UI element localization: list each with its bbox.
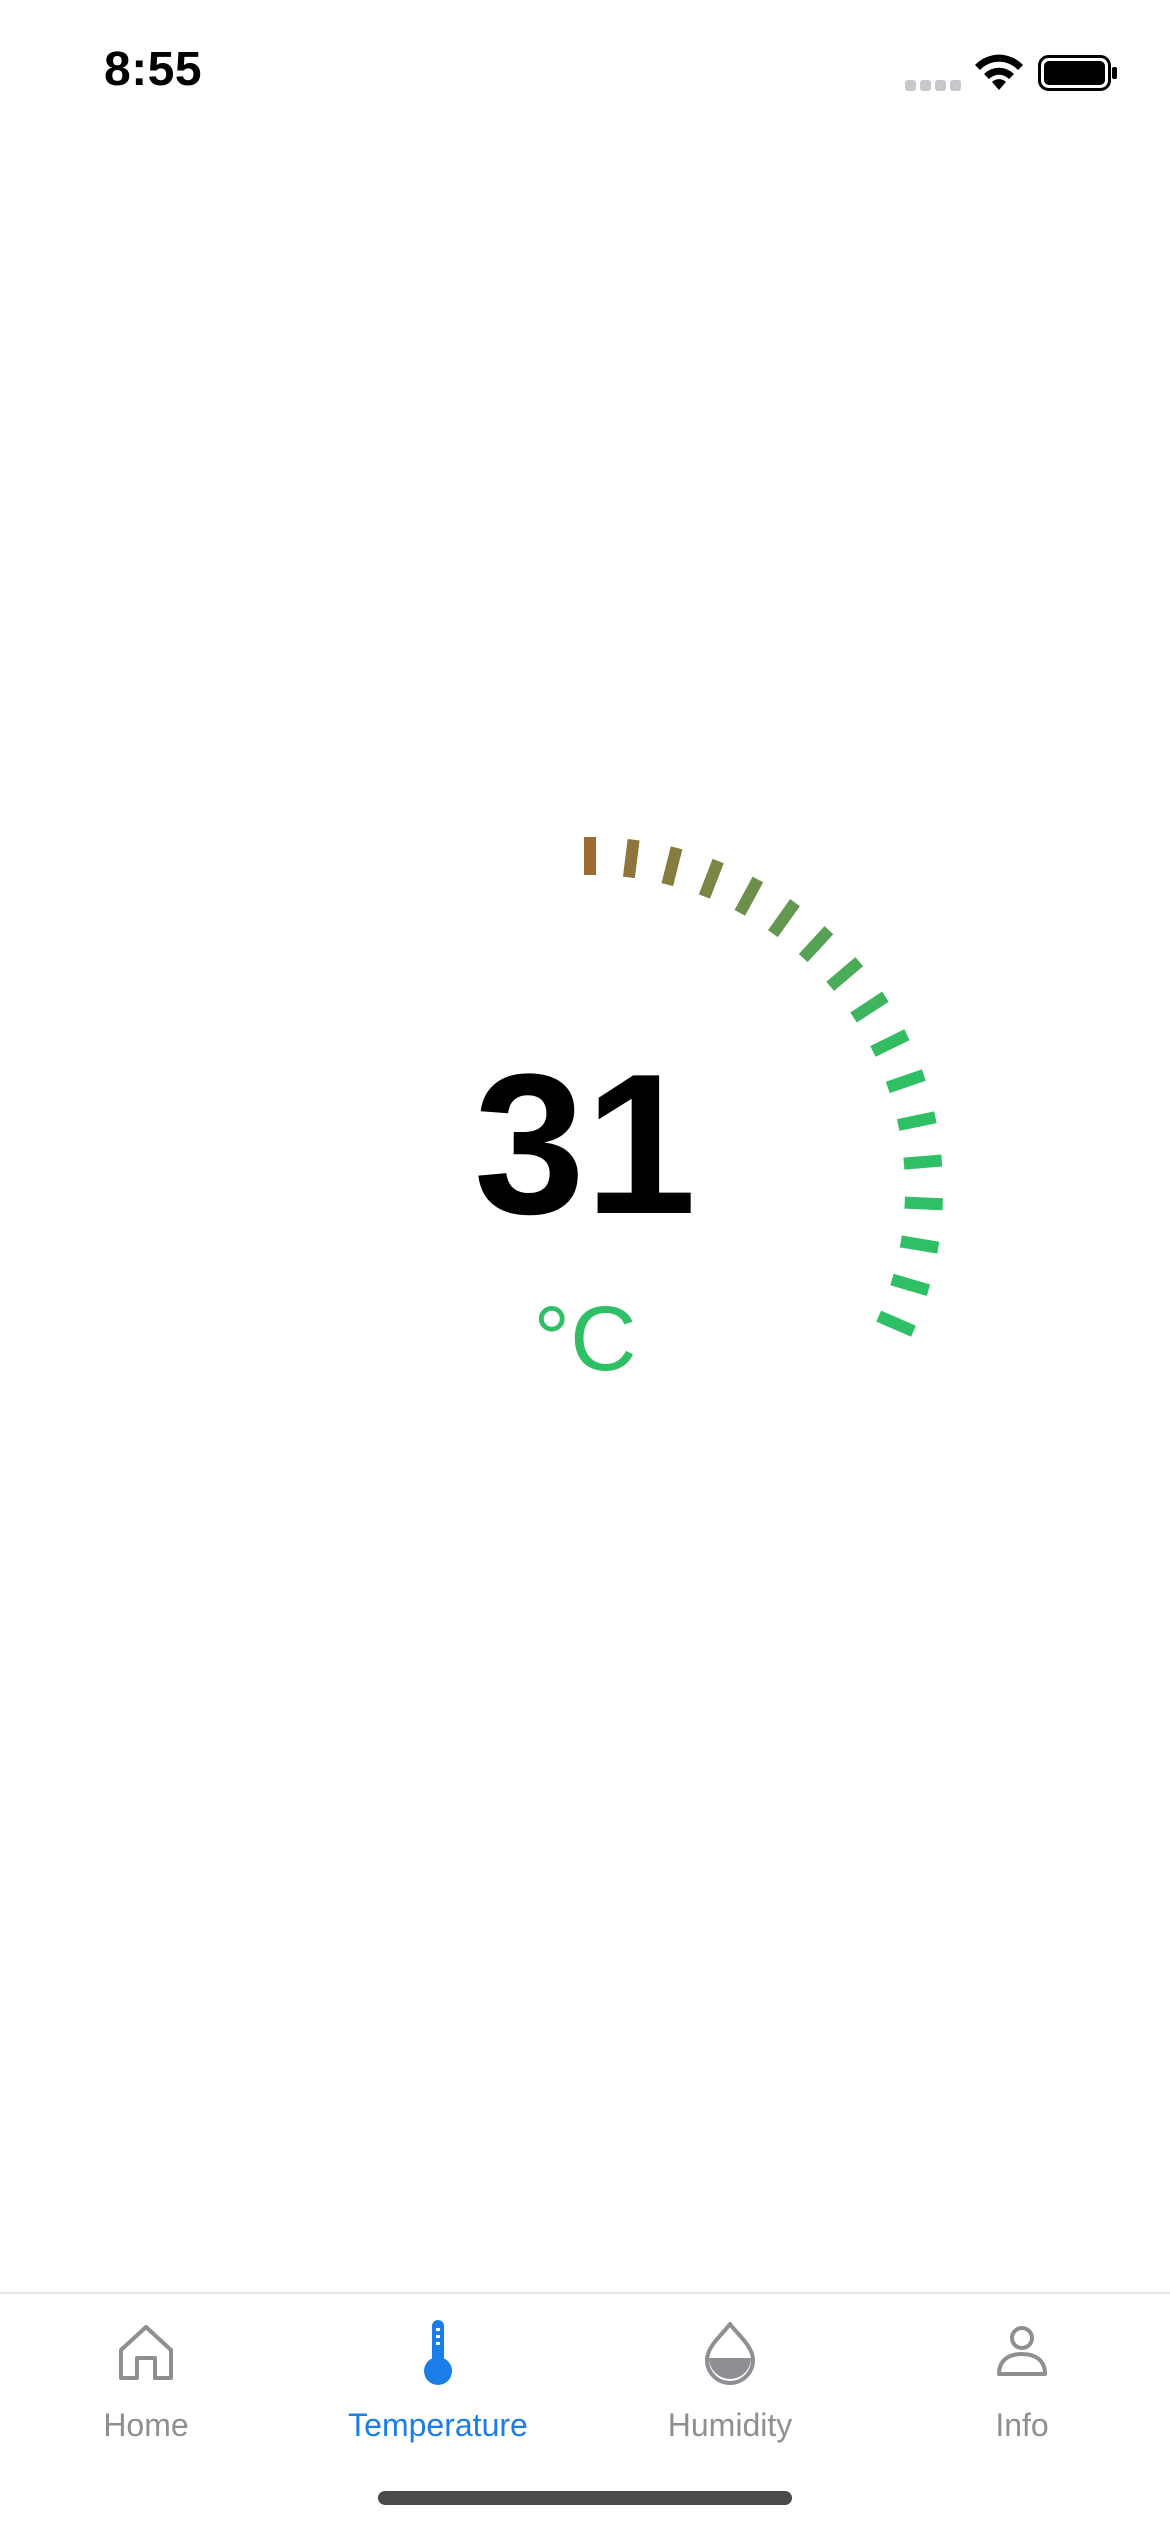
- thermometer-icon: [424, 2320, 452, 2385]
- gauge-tick: [661, 846, 683, 887]
- gauge-tick: [890, 1273, 931, 1297]
- home-indicator: [378, 2491, 792, 2505]
- gauge-tick: [826, 957, 864, 991]
- tab-home-label: Home: [103, 2407, 189, 2443]
- gauge-tick: [622, 838, 640, 879]
- tab-home[interactable]: Home: [0, 2294, 292, 2454]
- temperature-unit: °C: [533, 1288, 637, 1390]
- gauge-tick: [734, 876, 764, 916]
- gauge-tick: [798, 926, 834, 963]
- home-icon: [119, 2325, 173, 2380]
- tab-temperature-label: Temperature: [348, 2407, 528, 2443]
- temperature-value: 31: [473, 1033, 697, 1256]
- tab-temperature[interactable]: Temperature: [292, 2294, 584, 2454]
- droplet-icon: [705, 2322, 755, 2385]
- tab-humidity-label: Humidity: [667, 2407, 793, 2443]
- gauge-tick: [768, 899, 800, 938]
- gauge-tick: [850, 991, 889, 1023]
- tab-info[interactable]: Info: [876, 2294, 1168, 2454]
- tab-info-label: Info: [995, 2407, 1049, 2443]
- gauge-tick: [698, 858, 724, 899]
- person-icon: [997, 2326, 1047, 2376]
- tab-humidity[interactable]: Humidity: [584, 2294, 876, 2454]
